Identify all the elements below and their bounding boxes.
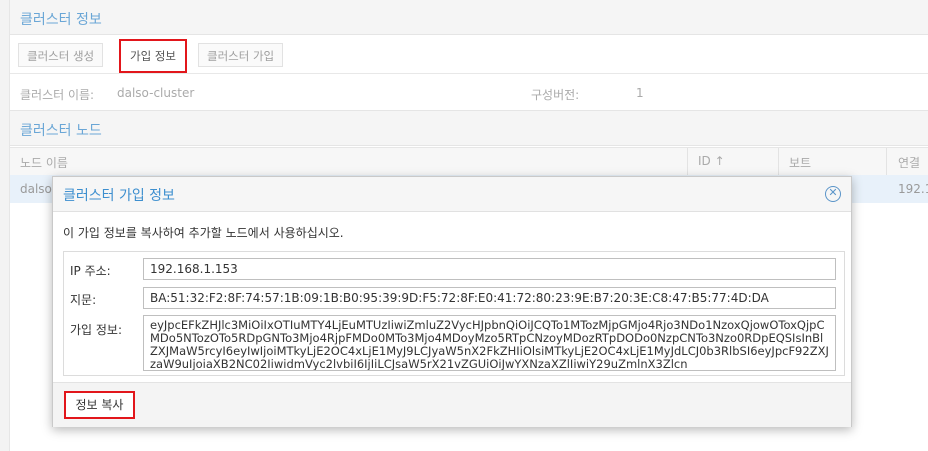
- config-version-value: 1: [636, 86, 644, 100]
- join-info-button[interactable]: 가입 정보: [119, 39, 187, 73]
- cluster-nodes-panel-header: 클러스터 노드: [10, 110, 928, 146]
- dialog-title: 클러스터 가입 정보: [63, 188, 175, 204]
- dialog-footer: 정보 복사: [53, 382, 851, 427]
- ip-address-field[interactable]: 192.168.1.153: [143, 258, 836, 280]
- join-info-fieldset: IP 주소: 192.168.1.153 지문: BA:51:32:F2:8F:…: [63, 251, 845, 376]
- dialog-header: 클러스터 가입 정보 ✕: [53, 177, 851, 212]
- ip-address-label: IP 주소:: [70, 264, 111, 278]
- left-panel-edge: [0, 0, 10, 451]
- nodes-grid-header: 노드 이름 ID ↑ 보트 연결: [10, 147, 928, 176]
- cluster-nodes-title: 클러스터 노드: [20, 123, 102, 139]
- column-node-name[interactable]: 노드 이름: [20, 154, 68, 171]
- column-separator: [886, 148, 887, 175]
- create-cluster-button[interactable]: 클러스터 생성: [18, 43, 104, 67]
- cluster-name-label: 클러스터 이름:: [20, 88, 95, 102]
- config-version-label: 구성버전:: [531, 88, 580, 102]
- copy-info-button[interactable]: 정보 복사: [64, 391, 135, 419]
- cluster-name-value: dalso-cluster: [117, 86, 195, 100]
- column-link[interactable]: 연결: [898, 154, 920, 171]
- join-cluster-button[interactable]: 클러스터 가입: [198, 43, 284, 67]
- column-id[interactable]: ID ↑: [698, 154, 725, 168]
- row-link: 192.1: [898, 182, 928, 196]
- column-separator: [687, 148, 688, 175]
- cluster-toolbar: 클러스터 생성 가입 정보 클러스터 가입: [10, 37, 928, 74]
- column-vote[interactable]: 보트: [789, 154, 811, 171]
- fingerprint-label: 지문:: [70, 293, 97, 307]
- fingerprint-field[interactable]: BA:51:32:F2:8F:74:57:1B:09:1B:B0:95:39:9…: [143, 287, 836, 309]
- dialog-message: 이 가입 정보를 복사하여 추가할 노드에서 사용하십시오.: [63, 226, 344, 240]
- close-icon[interactable]: ✕: [825, 186, 841, 202]
- cluster-join-info-dialog: 클러스터 가입 정보 ✕ 이 가입 정보를 복사하여 추가할 노드에서 사용하십…: [52, 176, 852, 427]
- join-info-textarea[interactable]: eyJpcEFkZHJlc3MiOiIxOTIuMTY4LjEuMTUzIiwi…: [143, 315, 836, 371]
- cluster-info-panel-header: 클러스터 정보: [10, 0, 928, 35]
- column-separator: [778, 148, 779, 175]
- join-info-label: 가입 정보:: [70, 323, 123, 337]
- cluster-info-title: 클러스터 정보: [20, 12, 102, 28]
- cluster-info-row: 클러스터 이름: dalso-cluster 구성버전: 1: [10, 80, 928, 108]
- row-node-name: dalso: [20, 182, 52, 196]
